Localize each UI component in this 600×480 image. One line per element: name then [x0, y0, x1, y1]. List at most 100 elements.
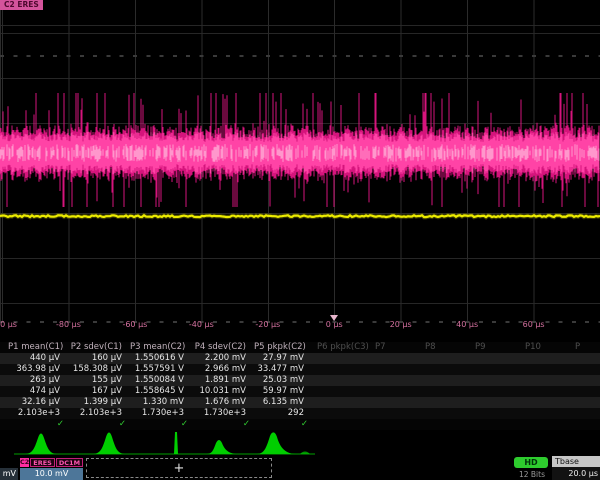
- param-header-inactive[interactable]: P10: [520, 342, 570, 353]
- x-axis-labels: -100 µs-80 µs-60 µs-40 µs-20 µs0 µs20 µs…: [0, 320, 600, 332]
- table-cell: [0, 408, 8, 419]
- x-axis-label: -40 µs: [189, 320, 214, 330]
- param-value: 1.399 µV: [68, 397, 130, 408]
- table-cell: [520, 375, 570, 386]
- waveform-svg: [0, 0, 600, 323]
- table-cell: [312, 408, 370, 419]
- table-cell: [0, 364, 8, 375]
- c1-badges: C1 DC1M: [0, 457, 18, 468]
- table-cell: [312, 386, 370, 397]
- param-value: 440 µV: [8, 353, 68, 364]
- c1-trace: [0, 215, 600, 217]
- param-value: 1.557591 V: [130, 364, 192, 375]
- top-left-trace-label: C2 ERES: [0, 0, 43, 10]
- table-cell: [570, 364, 600, 375]
- c2-label-badge: C2: [20, 458, 29, 467]
- param-value: 158.308 µV: [68, 364, 130, 375]
- table-cell: [570, 408, 600, 419]
- c1-vertical-scale: 10.0 mV: [0, 468, 18, 480]
- param-value: 1.550084 V: [130, 375, 192, 386]
- c2-eres-badge: ERES: [30, 458, 55, 467]
- table-cell: [420, 408, 470, 419]
- hd-mode-badge[interactable]: HD: [514, 457, 548, 468]
- param-header[interactable]: P2 sdev(C1): [68, 342, 130, 353]
- param-status-check: ✓: [130, 419, 192, 430]
- param-value: 2.103e+3: [8, 408, 68, 419]
- param-value: 155 µV: [68, 375, 130, 386]
- table-cell: [470, 397, 520, 408]
- param-header-inactive[interactable]: P7: [370, 342, 420, 353]
- x-axis-label: 0 µs: [326, 320, 343, 330]
- x-axis-label: -100 µs: [0, 320, 17, 330]
- param-value: 2.103e+3: [68, 408, 130, 419]
- param-value: 25.03 mV: [254, 375, 312, 386]
- table-cell: [312, 419, 370, 430]
- add-trace-button[interactable]: +: [86, 458, 272, 478]
- table-cell: [0, 419, 8, 430]
- histicon-p2: [92, 433, 126, 455]
- table-row: 2.103e+32.103e+31.730e+31.730e+3292: [0, 408, 600, 419]
- table-cell: [520, 353, 570, 364]
- x-axis-label: 20 µs: [390, 320, 412, 330]
- table-cell: [570, 397, 600, 408]
- table-cell: [312, 397, 370, 408]
- table-cell: [470, 375, 520, 386]
- param-value: 27.97 mV: [254, 353, 312, 364]
- param-value: 292: [254, 408, 312, 419]
- table-cell: [570, 419, 600, 430]
- table-cell: [520, 419, 570, 430]
- table-cell: [0, 342, 8, 353]
- table-cell: [420, 419, 470, 430]
- x-axis-label: 60 µs: [523, 320, 545, 330]
- param-value: 167 µV: [68, 386, 130, 397]
- table-row: 263 µV155 µV1.550084 V1.891 mV25.03 mV: [0, 375, 600, 386]
- param-header-inactive[interactable]: P8: [420, 342, 470, 353]
- table-cell: [570, 353, 600, 364]
- param-value: 1.730e+3: [130, 408, 192, 419]
- histicon-p3: [170, 432, 178, 454]
- table-cell: [312, 364, 370, 375]
- param-header-inactive[interactable]: P: [570, 342, 600, 353]
- table-cell: [470, 386, 520, 397]
- param-value: 32.16 µV: [8, 397, 68, 408]
- channel-c1-descriptor[interactable]: C1 DC1M 10.0 mV: [0, 457, 18, 480]
- trigger-marker-icon[interactable]: [330, 315, 338, 321]
- histicons: [0, 430, 600, 458]
- table-cell: [370, 375, 420, 386]
- table-cell: [520, 386, 570, 397]
- histicon-p1: [24, 434, 58, 455]
- table-cell: [520, 408, 570, 419]
- timebase-descriptor[interactable]: Tbase 20.0 µs: [552, 456, 600, 480]
- table-cell: [520, 364, 570, 375]
- oscilloscope-screen: -100 µs-80 µs-60 µs-40 µs-20 µs0 µs20 µs…: [0, 0, 600, 480]
- table-cell: [420, 353, 470, 364]
- table-cell: [370, 353, 420, 364]
- histicon-p4: [206, 440, 238, 454]
- table-row: 474 µV167 µV1.558645 V10.031 mV59.97 mV: [0, 386, 600, 397]
- param-header[interactable]: P3 mean(C2): [130, 342, 192, 353]
- x-axis-label: -20 µs: [255, 320, 280, 330]
- param-header-inactive[interactable]: P6 pkpk(C3): [312, 342, 370, 353]
- table-cell: [420, 397, 470, 408]
- timebase-scale: 20.0 µs: [552, 467, 600, 480]
- channel-c2-descriptor[interactable]: C2 ERES DC1M 10.0 mV: [20, 457, 83, 480]
- table-cell: [470, 408, 520, 419]
- param-value: 363.98 µV: [8, 364, 68, 375]
- param-value: 1.891 mV: [192, 375, 254, 386]
- table-cell: [370, 408, 420, 419]
- param-header[interactable]: P4 sdev(C2): [192, 342, 254, 353]
- x-axis-label: 40 µs: [456, 320, 478, 330]
- param-value: 6.135 mV: [254, 397, 312, 408]
- c2-vertical-scale: 10.0 mV: [20, 468, 83, 480]
- hd-bits-label: 12 Bits: [514, 470, 550, 479]
- param-header[interactable]: P5 pkpk(C2): [254, 342, 312, 353]
- table-cell: [0, 353, 8, 364]
- param-value: 1.676 mV: [192, 397, 254, 408]
- param-value: 474 µV: [8, 386, 68, 397]
- table-cell: [420, 386, 470, 397]
- param-header[interactable]: P1 mean(C1): [8, 342, 68, 353]
- param-header-inactive[interactable]: P9: [470, 342, 520, 353]
- x-axis-label: -80 µs: [56, 320, 81, 330]
- table-row: P1 mean(C1)P2 sdev(C1)P3 mean(C2)P4 sdev…: [0, 342, 600, 353]
- table-cell: [570, 386, 600, 397]
